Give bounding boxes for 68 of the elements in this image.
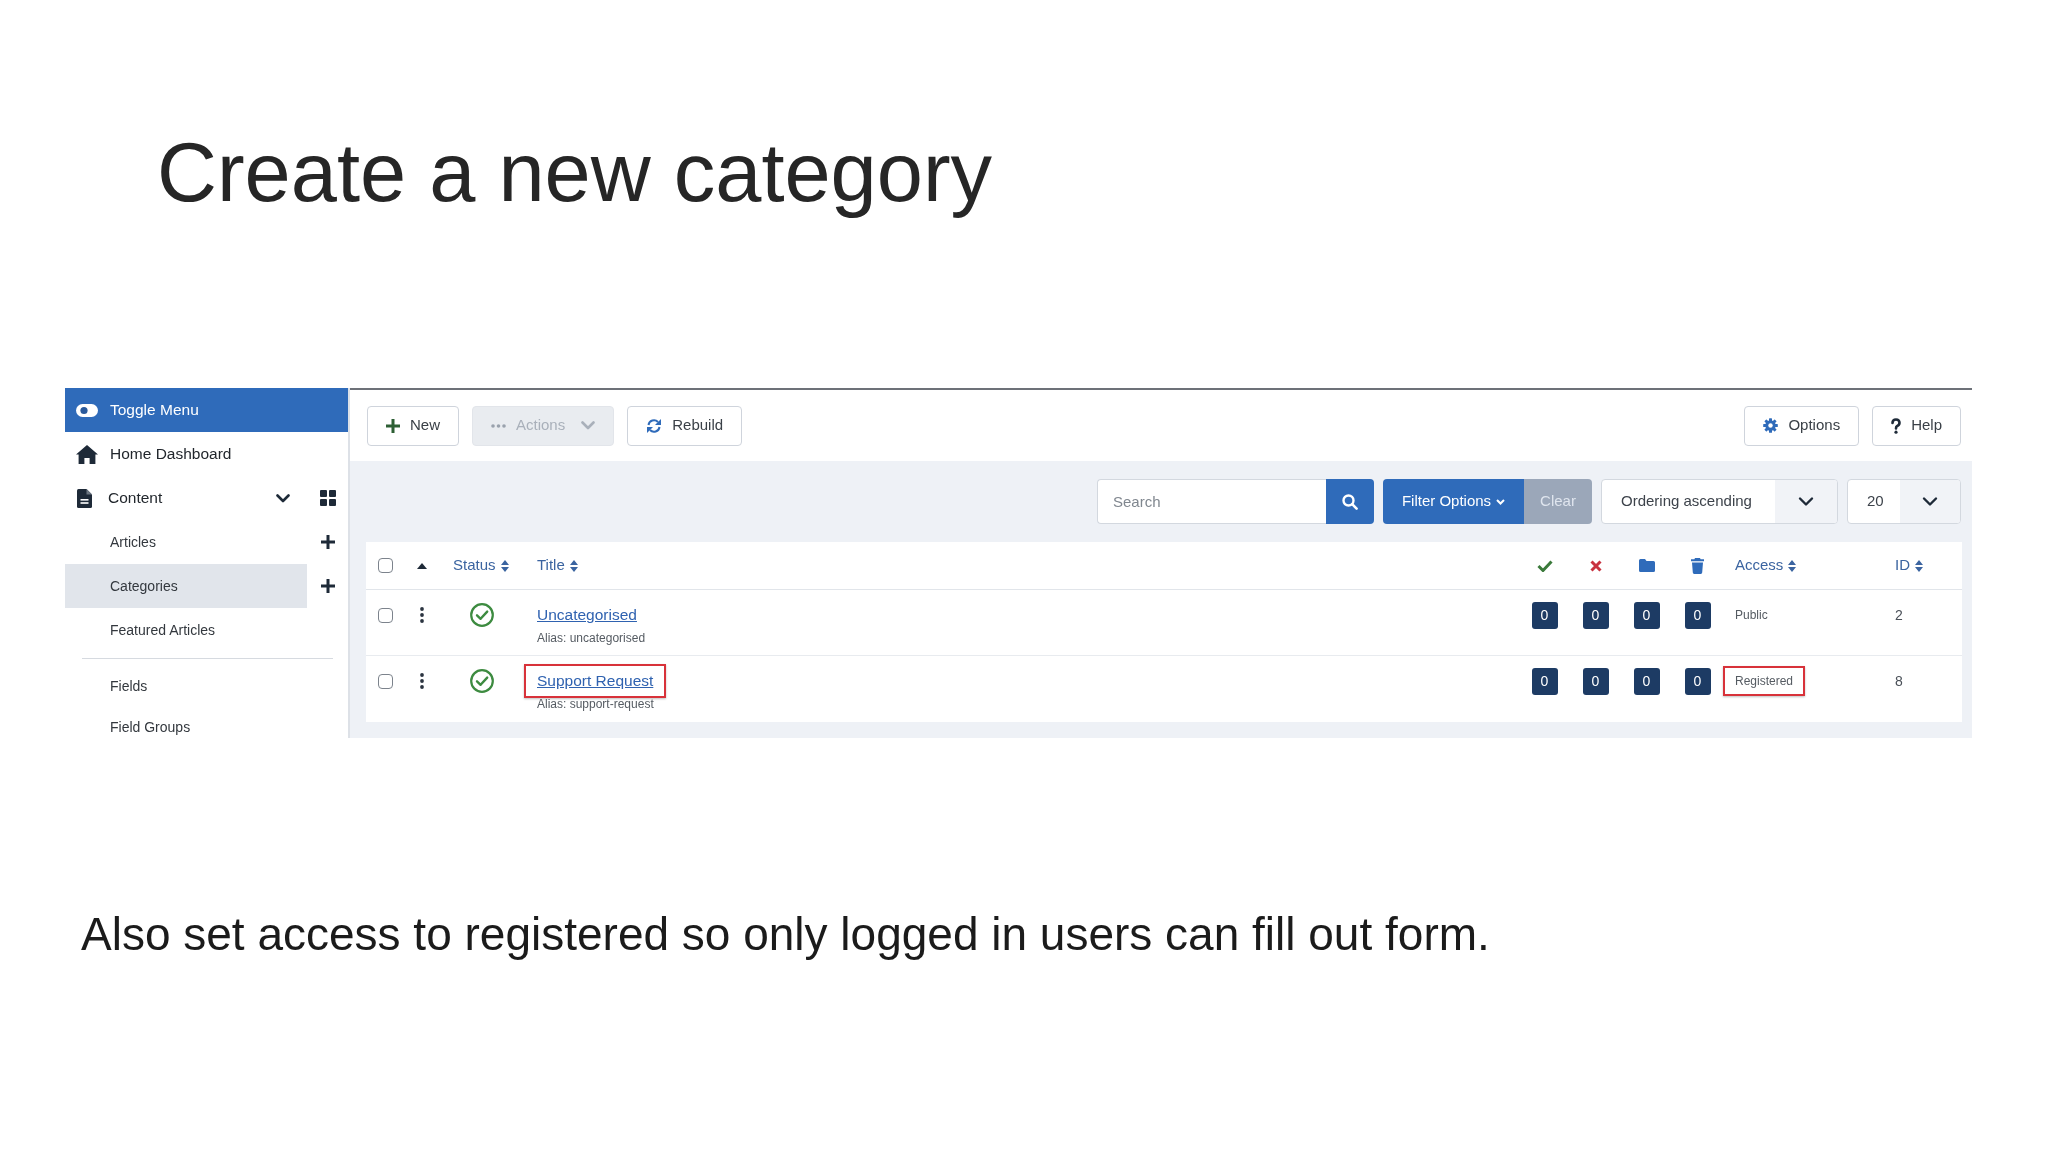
sidebar-link[interactable]: Field Groups (65, 708, 307, 738)
trash-icon (1691, 557, 1704, 574)
question-mark-icon (1891, 417, 1902, 434)
id-text: 8 (1895, 672, 1903, 690)
home-icon (76, 444, 98, 464)
caret-up-icon[interactable] (417, 562, 427, 569)
options-button[interactable]: Options (1744, 405, 1860, 446)
chevron-down-icon (1775, 480, 1837, 523)
plus-icon[interactable] (321, 535, 335, 549)
chevron-down-icon (1496, 498, 1506, 505)
category-title-link[interactable]: Support Request (524, 664, 667, 698)
column-sort-link[interactable]: Status (453, 554, 509, 577)
sidebar-link[interactable]: Categories (65, 564, 307, 608)
grid-icon[interactable] (320, 490, 336, 506)
folder-icon (1638, 559, 1655, 572)
alias-text: Alias: uncategorised (536, 631, 646, 645)
sidebar-link[interactable]: Fields (65, 664, 307, 708)
slide-title: Create a new category (157, 125, 993, 221)
access-level-text: Public (1734, 607, 1769, 624)
sidebar-link[interactable]: Featured Articles (65, 608, 307, 652)
chevron-down-icon (276, 493, 290, 503)
count-badge[interactable]: 0 (1531, 602, 1558, 629)
sidebar-section-button[interactable]: Content (65, 476, 307, 520)
cross-icon (1589, 559, 1602, 572)
row-checkbox[interactable] (377, 608, 393, 623)
rebuild-button[interactable]: Rebuild (627, 405, 743, 446)
select-all-checkbox[interactable] (377, 558, 393, 573)
chevron-down-icon (1900, 480, 1960, 523)
access-level-text: Registered (1723, 666, 1806, 696)
filter-options-button[interactable]: Filter Options (1383, 479, 1524, 524)
slide-caption: Also set access to registered so only logged in users can fill out form. (81, 907, 1490, 962)
count-badge[interactable]: 0 (1582, 668, 1609, 695)
ordering-select[interactable]: Ordering ascending (1601, 479, 1838, 524)
plus-icon (386, 418, 400, 433)
vertical-dots-icon[interactable] (420, 673, 424, 689)
toggle-icon (76, 403, 98, 417)
row-checkbox[interactable] (377, 674, 393, 689)
alias-text: Alias: support-request (536, 697, 654, 711)
column-sort-link[interactable]: Access (1735, 554, 1797, 577)
sidebar-link[interactable]: Articles (65, 520, 307, 564)
ellipsis-icon (491, 423, 506, 428)
plus-icon[interactable] (321, 579, 335, 593)
count-badge[interactable]: 0 (1633, 602, 1660, 629)
check-circle-icon[interactable] (470, 669, 494, 693)
check-icon (1536, 559, 1553, 572)
count-badge[interactable]: 0 (1582, 602, 1609, 629)
search-field[interactable]: Search (1097, 479, 1326, 524)
limit-select[interactable]: 20 (1847, 479, 1961, 524)
gear-icon (1763, 418, 1779, 433)
count-badge[interactable]: 0 (1531, 668, 1558, 695)
search-button[interactable] (1326, 479, 1374, 524)
id-text: 2 (1895, 606, 1903, 624)
sidebar-link[interactable]: Home Dashboard (65, 432, 307, 476)
count-badge[interactable]: 0 (1684, 668, 1711, 695)
document-icon (77, 488, 92, 508)
chevron-down-icon (581, 421, 596, 430)
check-circle-icon[interactable] (470, 603, 494, 627)
sync-icon (646, 417, 663, 434)
menu-toggle-button[interactable]: Toggle Menu (65, 388, 348, 432)
column-sort-link[interactable]: ID (1895, 554, 1923, 577)
vertical-dots-icon[interactable] (420, 607, 424, 623)
count-badge[interactable]: 0 (1633, 668, 1660, 695)
column-sort-link[interactable]: Title (537, 554, 578, 577)
count-badge[interactable]: 0 (1684, 602, 1711, 629)
help-button[interactable]: Help (1872, 405, 1961, 446)
category-title-link[interactable]: Uncategorised (524, 598, 650, 632)
new-button[interactable]: New (367, 405, 459, 446)
search-icon (1342, 493, 1358, 510)
